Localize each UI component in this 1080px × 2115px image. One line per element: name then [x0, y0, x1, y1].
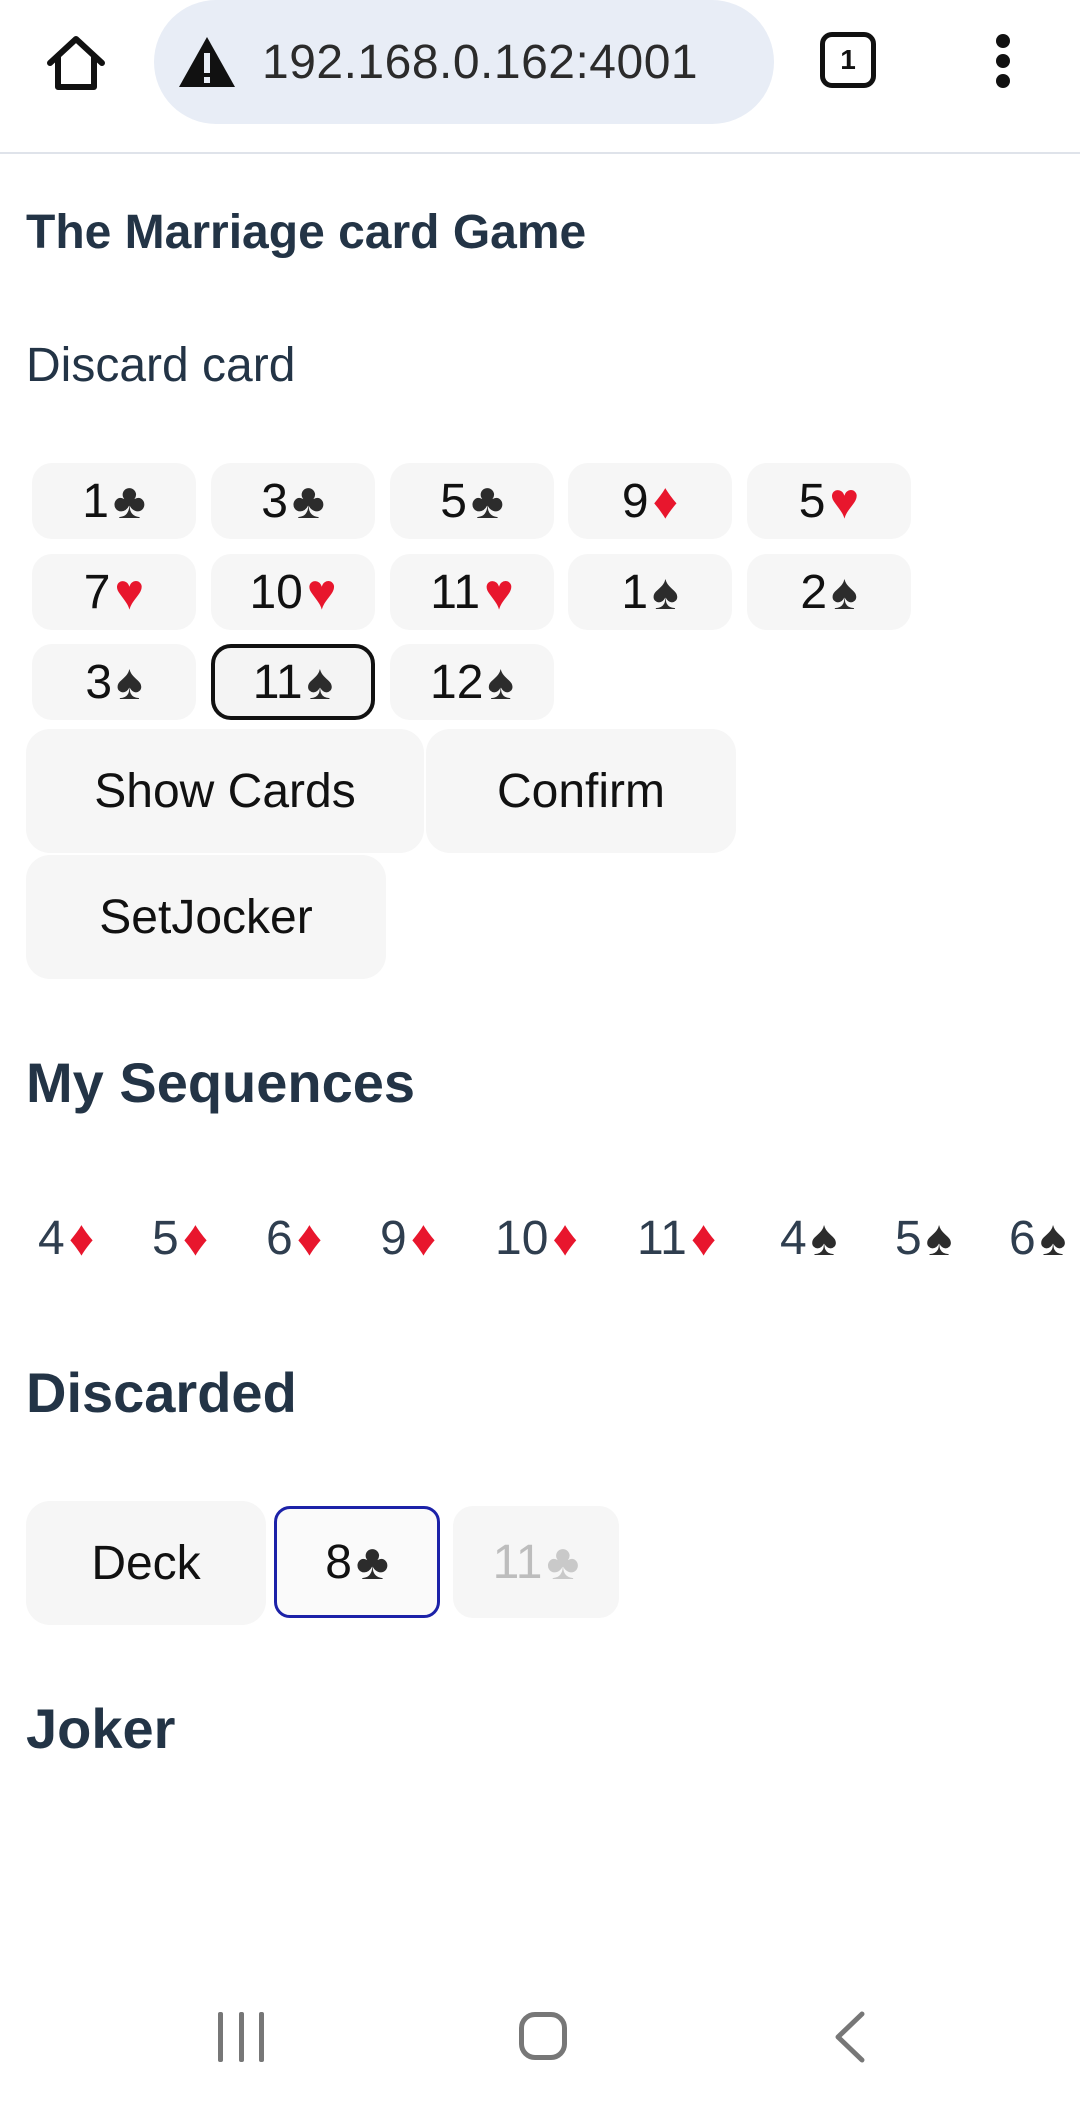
hearts-icon: ♥: [484, 564, 514, 620]
card-rank: 9: [380, 1211, 407, 1265]
joker-heading: Joker: [26, 1697, 176, 1760]
card-rank: 12: [430, 655, 484, 709]
game-status-text: Discard card: [26, 339, 296, 392]
spades-icon: ♠: [116, 654, 143, 710]
diamonds-icon: ♦: [68, 1210, 95, 1266]
show-cards-button[interactable]: Show Cards: [26, 729, 424, 853]
clubs-icon: ♣: [112, 473, 146, 529]
address-bar[interactable]: 192.168.0.162:4001: [154, 0, 774, 124]
home-nav-icon[interactable]: [519, 2012, 567, 2060]
sequence-card: 4 ♦: [38, 1205, 94, 1271]
hand-card[interactable]: 5 ♣: [390, 463, 554, 539]
confirm-button[interactable]: Confirm: [426, 729, 736, 853]
discarded-heading: Discarded: [26, 1361, 297, 1424]
card-rank: 4: [780, 1211, 807, 1265]
more-options-icon[interactable]: [980, 28, 1026, 94]
page-title: The Marriage card Game: [26, 206, 587, 259]
card-rank: 8: [325, 1535, 352, 1589]
card-rank: 1: [621, 565, 649, 619]
hearts-icon: ♥: [829, 473, 860, 529]
hearts-icon: ♥: [114, 564, 145, 620]
hand-card[interactable]: 9 ♦: [568, 463, 732, 539]
hand-card[interactable]: 5 ♥: [747, 463, 911, 539]
card-rank: 2: [800, 565, 828, 619]
spades-icon: ♠: [810, 1210, 838, 1266]
card-rank: 9: [621, 474, 649, 528]
app-screen: 192.168.0.162:4001 1 The Marriage card G…: [0, 0, 1080, 2115]
hand-card[interactable]: 1 ♠: [568, 554, 732, 630]
clubs-icon: ♣: [355, 1534, 389, 1590]
url-text[interactable]: 192.168.0.162:4001: [262, 35, 698, 90]
card-rank: 6: [266, 1211, 293, 1265]
card-rank: 11: [492, 1535, 543, 1589]
sequence-card: 11 ♦: [637, 1205, 716, 1271]
card-rank: 5: [440, 474, 467, 528]
hand-card[interactable]: 11 ♥: [390, 554, 554, 630]
diamonds-icon: ♦: [652, 473, 679, 529]
card-rank: 11: [252, 655, 303, 709]
discard-pile-card[interactable]: 8 ♣: [274, 1506, 440, 1618]
hand-card[interactable]: 1 ♣: [32, 463, 196, 539]
discard-pile-card-disabled: 11 ♣: [453, 1506, 619, 1618]
card-rank: 10: [495, 1211, 549, 1265]
card-rank: 11: [637, 1211, 687, 1265]
card-rank: 5: [152, 1211, 179, 1265]
back-icon[interactable]: [830, 2010, 870, 2064]
spades-icon: ♠: [487, 654, 514, 710]
sequence-card: 9 ♦: [380, 1205, 436, 1271]
tab-switcher-button[interactable]: 1: [820, 32, 876, 88]
card-rank: 3: [85, 655, 113, 709]
diamonds-icon: ♦: [410, 1210, 437, 1266]
card-rank: 6: [1009, 1211, 1036, 1265]
card-rank: 10: [249, 565, 303, 619]
home-icon[interactable]: [36, 28, 116, 98]
hearts-icon: ♥: [306, 564, 337, 620]
hand-card-selected[interactable]: 11 ♠: [211, 644, 375, 720]
recent-apps-icon[interactable]: [218, 2012, 264, 2062]
diamonds-icon: ♦: [690, 1210, 717, 1266]
sequences-heading: My Sequences: [26, 1051, 416, 1114]
sequence-card: 6 ♠: [1009, 1205, 1080, 1271]
spades-icon: ♠: [306, 654, 334, 710]
card-rank: 1: [82, 474, 109, 528]
card-rank: 5: [895, 1211, 922, 1265]
sequence-card: 5 ♠: [895, 1205, 952, 1271]
set-joker-button[interactable]: SetJocker: [26, 855, 386, 979]
card-rank: 3: [261, 474, 288, 528]
hand-card[interactable]: 3 ♠: [32, 644, 196, 720]
diamonds-icon: ♦: [182, 1210, 209, 1266]
hand-card[interactable]: 12 ♠: [390, 644, 554, 720]
spades-icon: ♠: [652, 564, 679, 620]
deck-button[interactable]: Deck: [26, 1501, 266, 1625]
card-rank: 5: [798, 474, 826, 528]
warning-icon[interactable]: [174, 32, 240, 92]
clubs-icon: ♣: [546, 1534, 580, 1590]
card-rank: 4: [38, 1211, 65, 1265]
card-rank: 7: [83, 565, 111, 619]
spades-icon: ♠: [925, 1210, 953, 1266]
spades-icon: ♠: [831, 564, 858, 620]
hand-card[interactable]: 10 ♥: [211, 554, 375, 630]
sequence-card: 5 ♦: [152, 1205, 208, 1271]
sequence-card: 6 ♦: [266, 1205, 322, 1271]
sequence-card: 4 ♠: [780, 1205, 837, 1271]
browser-toolbar: 192.168.0.162:4001 1: [0, 0, 1080, 154]
spades-icon: ♠: [1039, 1210, 1067, 1266]
clubs-icon: ♣: [470, 473, 504, 529]
hand-card[interactable]: 3 ♣: [211, 463, 375, 539]
diamonds-icon: ♦: [552, 1210, 578, 1266]
sequence-card: 10 ♦: [495, 1205, 578, 1271]
diamonds-icon: ♦: [296, 1210, 323, 1266]
hand-card[interactable]: 7 ♥: [32, 554, 196, 630]
hand-card[interactable]: 2 ♠: [747, 554, 911, 630]
clubs-icon: ♣: [291, 473, 325, 529]
card-rank: 11: [430, 565, 481, 619]
